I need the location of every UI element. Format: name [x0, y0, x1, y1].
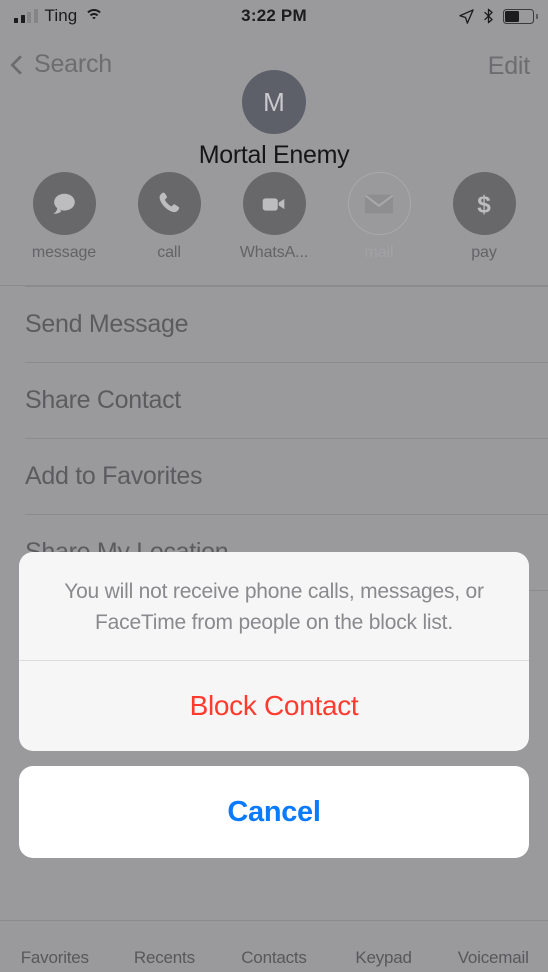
action-sheet-card: You will not receive phone calls, messag… [19, 552, 529, 751]
block-contact-button[interactable]: Block Contact [19, 661, 529, 751]
action-mail: mail [343, 172, 415, 262]
status-bar: Ting 3:22 PM [0, 0, 548, 32]
row-separator [25, 362, 548, 363]
video-camera-icon [262, 197, 285, 211]
quick-actions-row: message call WhatsA... mail $ pay [0, 172, 548, 262]
list-item-add-to-favorites[interactable]: Add to Favorites [0, 438, 548, 514]
battery-icon [503, 8, 538, 24]
back-button[interactable]: Search [10, 50, 113, 79]
block-contact-action-sheet: You will not receive phone calls, messag… [19, 552, 529, 858]
chevron-left-icon [10, 54, 30, 75]
clock-label: 3:22 PM [241, 6, 307, 25]
list-item-label: Share Contact [25, 385, 181, 414]
whatsapp-video-button[interactable] [242, 172, 306, 235]
row-separator [25, 514, 548, 515]
tab-voicemail[interactable]: Voicemail [438, 948, 548, 972]
list-item-share-contact[interactable]: Share Contact [0, 362, 548, 438]
list-item-send-message[interactable]: Send Message [0, 286, 548, 362]
navigation-bar: Search Edit M Mortal Enemy [0, 32, 548, 169]
svg-text:$: $ [477, 191, 491, 218]
tab-recents[interactable]: Recents [110, 948, 220, 972]
cancel-button-label: Cancel [227, 795, 321, 828]
cancel-button[interactable]: Cancel [19, 766, 529, 858]
action-label: pay [471, 244, 497, 261]
page-title: Mortal Enemy [198, 141, 350, 169]
call-button[interactable] [137, 172, 201, 235]
row-separator [25, 286, 548, 287]
message-button[interactable] [32, 172, 96, 235]
action-sheet-message: You will not receive phone calls, messag… [64, 580, 484, 634]
action-label: mail [364, 244, 394, 261]
tab-contacts[interactable]: Contacts [219, 948, 329, 972]
action-label: message [31, 244, 97, 261]
phone-icon [159, 192, 179, 213]
pay-button[interactable]: $ [452, 172, 516, 235]
tab-favorites[interactable]: Favorites [0, 948, 110, 972]
action-call[interactable]: call [133, 172, 205, 262]
avatar-initial: M [263, 86, 285, 117]
tab-keypad[interactable]: Keypad [329, 948, 439, 972]
action-label: WhatsA... [239, 244, 309, 261]
dollar-sign-icon: $ [477, 191, 491, 218]
action-pay[interactable]: $ pay [448, 172, 520, 262]
list-item-label: Send Message [25, 309, 189, 338]
envelope-icon [364, 194, 394, 213]
mail-button [347, 172, 411, 235]
tab-bar: Favorites Recents Contacts Keypad Voicem… [0, 920, 548, 972]
action-message[interactable]: message [28, 172, 100, 262]
message-bubble-icon [53, 193, 75, 214]
edit-button[interactable]: Edit [488, 52, 530, 81]
list-item-label: Add to Favorites [25, 461, 203, 490]
avatar[interactable]: M [242, 70, 306, 134]
action-label: call [157, 244, 181, 261]
back-button-label: Search [34, 50, 113, 78]
action-whatsapp[interactable]: WhatsA... [238, 172, 310, 262]
row-separator [25, 438, 548, 439]
